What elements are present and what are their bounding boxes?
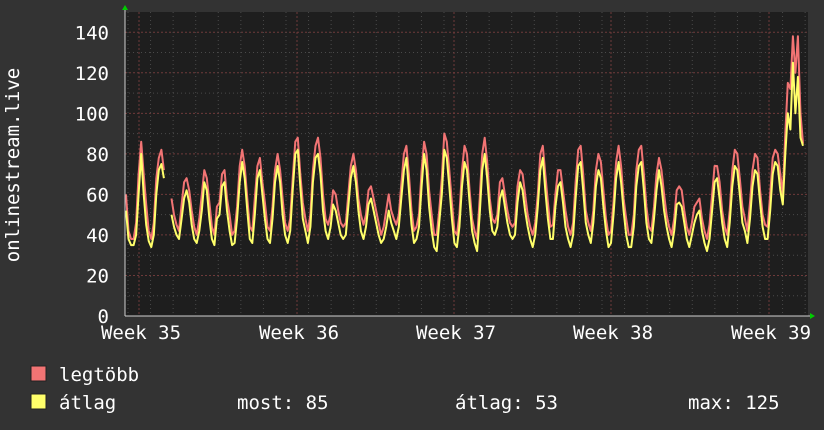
legend-avg-value: átlag: 53 [455,392,558,414]
x-tick-label: Week 36 [259,322,339,344]
x-axis-arrow [810,313,815,319]
legend: legtöbb átlag most: 85 átlag: 53 max: 12… [30,364,780,414]
y-tick-label: 140 [75,22,109,44]
y-axis-label: onlinestream.live [2,68,24,262]
x-tick-label: Week 39 [731,322,811,344]
chart-svg: 020406080100120140Week 35 Week 36 Week 37 W… [2,5,815,414]
y-tick-label: 20 [86,265,109,287]
legend-label-max: legtöbb [59,364,139,386]
legend-max-value: max: 125 [688,392,780,414]
legend-label-avg: átlag [59,392,116,414]
y-axis-arrow [122,5,128,10]
legend-now-value: most: 85 [237,392,329,414]
y-tick-label: 80 [86,144,109,166]
legend-swatch-avg [30,393,47,410]
y-tick-label: 100 [75,103,109,125]
x-tick-label: Week 38 [573,322,653,344]
y-tick-label: 60 [86,184,109,206]
y-tick-label: 120 [75,63,109,85]
legend-swatch-max [30,365,47,382]
x-tick-label: Week 35 [101,322,181,344]
y-tick-label: 40 [86,225,109,247]
x-tick-label: Week 37 [416,322,496,344]
